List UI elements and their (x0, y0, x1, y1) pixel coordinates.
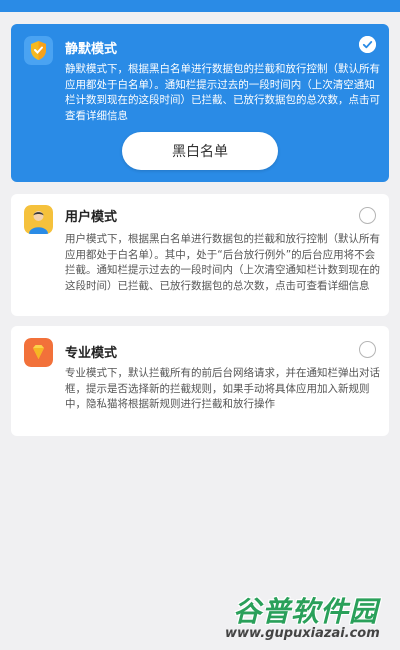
watermark-url: www.gupuxiazai.com (225, 626, 380, 641)
top-bar (0, 0, 400, 12)
radio-checked-icon[interactable] (359, 36, 376, 53)
radio-unchecked-icon[interactable] (359, 207, 376, 224)
mode-description: 静默模式下，根据黑白名单进行数据包的拦截和放行控制（默认所有应用都处于白名单）。… (65, 63, 380, 122)
person-icon (24, 205, 53, 234)
diamond-icon (24, 338, 53, 367)
mode-title: 用户模式 (65, 210, 118, 225)
mode-description: 专业模式下，默认拦截所有的前后台网络请求，并在通知栏弹出对话框，提示是否选择新的… (65, 367, 380, 410)
mode-title: 专业模式 (65, 346, 118, 361)
mode-card-user[interactable]: 用户模式 用户模式下，根据黑白名单进行数据包的拦截和放行控制（默认所有应用都处于… (11, 194, 389, 316)
radio-unchecked-icon[interactable] (359, 341, 376, 358)
mode-card-quiet[interactable]: 静默模式 静默模式下，根据黑白名单进行数据包的拦截和放行控制（默认所有应用都处于… (11, 24, 389, 182)
shield-icon (24, 36, 53, 65)
mode-card-pro[interactable]: 专业模式 专业模式下，默认拦截所有的前后台网络请求，并在通知栏弹出对话框，提示是… (11, 326, 389, 436)
watermark-title: 谷普软件园 (233, 595, 379, 628)
watermark-logo: 谷普软件园 www.gupuxiazai.com (197, 590, 397, 645)
black-white-list-button[interactable]: 黑白名单 (122, 132, 278, 170)
mode-title: 静默模式 (65, 42, 118, 57)
mode-description: 用户模式下，根据黑白名单进行数据包的拦截和放行控制（默认所有应用都处于白名单）。… (65, 233, 380, 292)
